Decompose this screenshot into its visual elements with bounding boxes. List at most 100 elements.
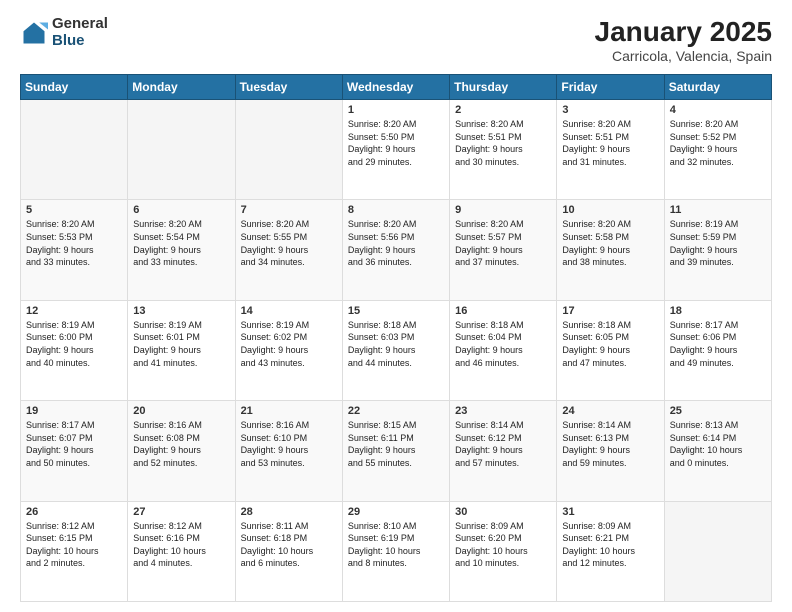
day-number: 30	[455, 506, 551, 518]
cell-text-line: Daylight: 10 hours	[455, 545, 551, 558]
cell-text-line: Daylight: 10 hours	[241, 545, 337, 558]
cell-text-line: Sunset: 5:54 PM	[133, 231, 229, 244]
cell-text-line: Daylight: 10 hours	[133, 545, 229, 558]
calendar-cell: 28Sunrise: 8:11 AMSunset: 6:18 PMDayligh…	[235, 501, 342, 601]
day-number: 25	[670, 405, 766, 417]
calendar-cell: 12Sunrise: 8:19 AMSunset: 6:00 PMDayligh…	[21, 300, 128, 400]
cell-text-line: Daylight: 9 hours	[562, 244, 658, 257]
day-number: 8	[348, 204, 444, 216]
cell-text-line: Daylight: 9 hours	[562, 344, 658, 357]
day-number: 26	[26, 506, 122, 518]
day-number: 9	[455, 204, 551, 216]
cell-text-line: and 46 minutes.	[455, 357, 551, 370]
cell-text-line: and 39 minutes.	[670, 256, 766, 269]
day-number: 13	[133, 305, 229, 317]
calendar-title: January 2025	[595, 16, 772, 48]
cell-text-line: and 49 minutes.	[670, 357, 766, 370]
cell-text-line: Sunrise: 8:17 AM	[670, 319, 766, 332]
cell-text-line: and 12 minutes.	[562, 557, 658, 570]
cell-text-line: Sunset: 6:05 PM	[562, 331, 658, 344]
cell-text-line: Sunrise: 8:14 AM	[562, 419, 658, 432]
calendar-cell: 26Sunrise: 8:12 AMSunset: 6:15 PMDayligh…	[21, 501, 128, 601]
day-number: 15	[348, 305, 444, 317]
cell-text-line: Sunset: 6:14 PM	[670, 432, 766, 445]
cell-text-line: Sunrise: 8:10 AM	[348, 520, 444, 533]
cell-text-line: Sunrise: 8:20 AM	[455, 118, 551, 131]
cell-text-line: Daylight: 9 hours	[455, 344, 551, 357]
logo-blue: Blue	[52, 33, 108, 50]
cell-text-line: Daylight: 9 hours	[348, 344, 444, 357]
cell-text-line: Sunset: 5:53 PM	[26, 231, 122, 244]
logo-icon	[20, 19, 48, 47]
day-number: 19	[26, 405, 122, 417]
cell-text-line: Sunrise: 8:17 AM	[26, 419, 122, 432]
cell-text-line: and 53 minutes.	[241, 457, 337, 470]
calendar-header: SundayMondayTuesdayWednesdayThursdayFrid…	[21, 75, 772, 100]
cell-text-line: Sunrise: 8:18 AM	[455, 319, 551, 332]
cell-text-line: Daylight: 10 hours	[562, 545, 658, 558]
cell-text-line: Daylight: 9 hours	[348, 244, 444, 257]
cell-text-line: Sunrise: 8:13 AM	[670, 419, 766, 432]
calendar-week-2: 12Sunrise: 8:19 AMSunset: 6:00 PMDayligh…	[21, 300, 772, 400]
cell-text-line: Sunset: 6:06 PM	[670, 331, 766, 344]
calendar-cell	[21, 100, 128, 200]
calendar-cell: 4Sunrise: 8:20 AMSunset: 5:52 PMDaylight…	[664, 100, 771, 200]
cell-text-line: Sunrise: 8:20 AM	[348, 118, 444, 131]
cell-text-line: Sunset: 6:10 PM	[241, 432, 337, 445]
cell-text-line: Sunrise: 8:16 AM	[241, 419, 337, 432]
cell-text-line: Sunrise: 8:19 AM	[241, 319, 337, 332]
cell-text-line: Daylight: 9 hours	[670, 344, 766, 357]
cell-text-line: Sunset: 5:56 PM	[348, 231, 444, 244]
cell-text-line: and 57 minutes.	[455, 457, 551, 470]
cell-text-line: and 59 minutes.	[562, 457, 658, 470]
calendar-cell: 1Sunrise: 8:20 AMSunset: 5:50 PMDaylight…	[342, 100, 449, 200]
day-number: 24	[562, 405, 658, 417]
cell-text-line: Sunrise: 8:16 AM	[133, 419, 229, 432]
day-number: 7	[241, 204, 337, 216]
day-number: 17	[562, 305, 658, 317]
page: General Blue January 2025 Carricola, Val…	[0, 0, 792, 612]
calendar-cell	[128, 100, 235, 200]
cell-text-line: and 34 minutes.	[241, 256, 337, 269]
cell-text-line: Daylight: 10 hours	[348, 545, 444, 558]
cell-text-line: Sunset: 6:13 PM	[562, 432, 658, 445]
cell-text-line: Daylight: 9 hours	[133, 444, 229, 457]
calendar-cell: 11Sunrise: 8:19 AMSunset: 5:59 PMDayligh…	[664, 200, 771, 300]
cell-text-line: Sunrise: 8:20 AM	[455, 218, 551, 231]
cell-text-line: and 55 minutes.	[348, 457, 444, 470]
cell-text-line: Sunrise: 8:14 AM	[455, 419, 551, 432]
day-number: 21	[241, 405, 337, 417]
day-number: 31	[562, 506, 658, 518]
calendar-cell: 6Sunrise: 8:20 AMSunset: 5:54 PMDaylight…	[128, 200, 235, 300]
cell-text-line: Daylight: 9 hours	[241, 244, 337, 257]
cell-text-line: Sunset: 6:19 PM	[348, 532, 444, 545]
cell-text-line: Sunset: 5:52 PM	[670, 131, 766, 144]
cell-text-line: and 40 minutes.	[26, 357, 122, 370]
cell-text-line: Sunrise: 8:12 AM	[133, 520, 229, 533]
calendar-cell: 17Sunrise: 8:18 AMSunset: 6:05 PMDayligh…	[557, 300, 664, 400]
cell-text-line: Sunrise: 8:20 AM	[562, 118, 658, 131]
calendar-cell: 25Sunrise: 8:13 AMSunset: 6:14 PMDayligh…	[664, 401, 771, 501]
day-number: 27	[133, 506, 229, 518]
logo-text: General Blue	[52, 16, 108, 49]
cell-text-line: Sunset: 5:51 PM	[562, 131, 658, 144]
day-number: 14	[241, 305, 337, 317]
cell-text-line: Daylight: 9 hours	[670, 143, 766, 156]
day-header-row: SundayMondayTuesdayWednesdayThursdayFrid…	[21, 75, 772, 100]
calendar-cell: 9Sunrise: 8:20 AMSunset: 5:57 PMDaylight…	[450, 200, 557, 300]
day-number: 4	[670, 104, 766, 116]
calendar-cell: 13Sunrise: 8:19 AMSunset: 6:01 PMDayligh…	[128, 300, 235, 400]
cell-text-line: Sunrise: 8:20 AM	[241, 218, 337, 231]
cell-text-line: Sunset: 6:21 PM	[562, 532, 658, 545]
cell-text-line: Sunset: 5:58 PM	[562, 231, 658, 244]
cell-text-line: and 2 minutes.	[26, 557, 122, 570]
calendar-cell: 18Sunrise: 8:17 AMSunset: 6:06 PMDayligh…	[664, 300, 771, 400]
calendar-cell: 24Sunrise: 8:14 AMSunset: 6:13 PMDayligh…	[557, 401, 664, 501]
calendar-cell: 7Sunrise: 8:20 AMSunset: 5:55 PMDaylight…	[235, 200, 342, 300]
cell-text-line: and 41 minutes.	[133, 357, 229, 370]
cell-text-line: Sunrise: 8:19 AM	[26, 319, 122, 332]
calendar-cell: 2Sunrise: 8:20 AMSunset: 5:51 PMDaylight…	[450, 100, 557, 200]
cell-text-line: Sunset: 6:16 PM	[133, 532, 229, 545]
cell-text-line: Sunset: 6:12 PM	[455, 432, 551, 445]
day-header-tuesday: Tuesday	[235, 75, 342, 100]
